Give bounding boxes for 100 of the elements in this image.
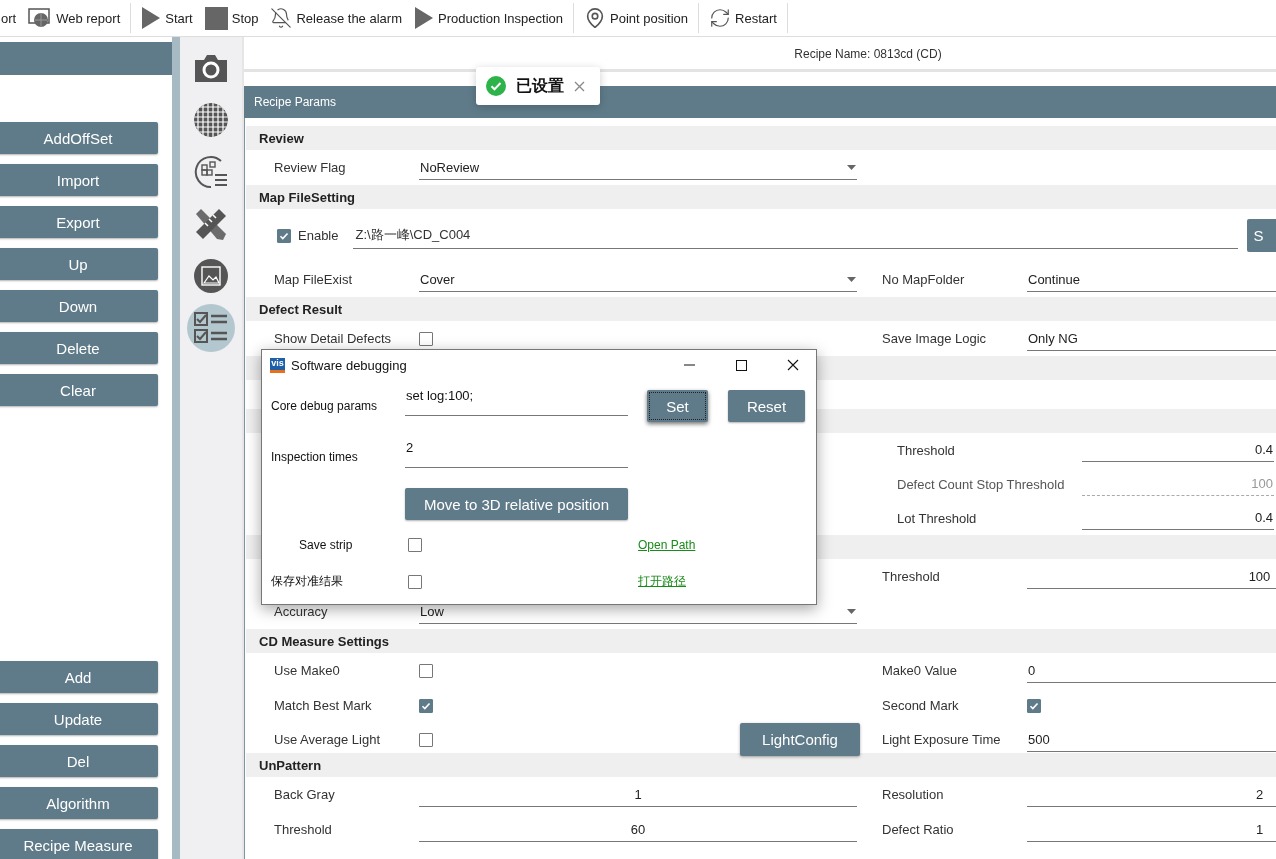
text-field[interactable]: 1	[419, 782, 857, 807]
text-field[interactable]: 0.4	[1082, 438, 1274, 462]
dialog-title: Software debugging	[291, 357, 408, 373]
field-label: Save Image Logic	[882, 331, 988, 346]
field-label: Threshold	[897, 442, 956, 458]
text-field[interactable]: Continue	[1027, 267, 1276, 292]
text-field[interactable]: 2	[405, 438, 628, 468]
checkbox[interactable]	[408, 537, 422, 552]
text-field[interactable]: set log:100;	[405, 386, 628, 416]
select-button[interactable]: S	[1247, 219, 1276, 252]
bell-off-icon	[270, 7, 293, 29]
toolbar-button[interactable]: Release the alarm	[264, 3, 408, 33]
check-icon	[1029, 700, 1039, 711]
open-path-link[interactable]: 打开路径	[638, 573, 816, 590]
field-label: Make0 Value	[882, 663, 958, 678]
text-field[interactable]: 0.4	[1082, 506, 1274, 530]
rail-button[interactable]	[187, 304, 235, 352]
checkbox[interactable]	[419, 663, 433, 678]
field-label: Defect Count Stop Threshold	[897, 476, 1066, 492]
toolbar-button[interactable]: Web report	[22, 3, 127, 33]
caret-icon	[847, 608, 856, 614]
field-label: Accuracy	[274, 604, 329, 619]
text-field[interactable]: 1	[1027, 817, 1276, 842]
path-field[interactable]: Z:\路一峰\CD_C004	[353, 222, 1239, 249]
field-label: Defect Ratio	[882, 822, 955, 837]
check-icon	[421, 700, 431, 711]
sidebar-button[interactable]: Add	[0, 661, 158, 693]
sidebar-button[interactable]: AddOffSet	[0, 122, 158, 154]
stop-icon	[204, 6, 228, 30]
toolbar-button[interactable]: Start	[135, 3, 199, 33]
field-label: Threshold	[882, 569, 941, 584]
close-icon[interactable]	[574, 80, 585, 92]
field-label: No MapFolder	[882, 272, 966, 287]
toolbar-button[interactable]: Restart	[703, 3, 783, 33]
sidebar-button[interactable]: Del	[0, 745, 158, 777]
field-label: Second Mark	[882, 698, 960, 713]
checkbox[interactable]	[408, 574, 422, 589]
move-button[interactable]: Move to 3D relative position	[405, 488, 628, 520]
section-title: Map FileSetting	[259, 189, 356, 205]
checkbox[interactable]	[277, 228, 291, 243]
light-config-button[interactable]: LightConfig	[740, 723, 860, 756]
ruler-pencil-icon	[193, 206, 229, 242]
text-field[interactable]: 500	[1027, 727, 1276, 752]
field-label: Use Make0	[274, 663, 341, 678]
checkbox[interactable]	[419, 698, 433, 713]
refresh-icon	[709, 7, 732, 29]
sidebar-button[interactable]: Clear	[0, 374, 158, 406]
sidebar-button[interactable]: Delete	[0, 332, 158, 364]
recipe-name: Recipe Name: 0813cd (CD)	[794, 47, 942, 61]
checkbox[interactable]	[419, 331, 433, 346]
text-field[interactable]: Only NG	[1027, 326, 1276, 351]
checkbox[interactable]	[1027, 698, 1041, 713]
check-circle-icon	[486, 76, 506, 96]
dropdown-field[interactable]: Cover	[419, 267, 857, 292]
sidebar-button[interactable]: Update	[0, 703, 158, 735]
option-label: Save strip	[298, 537, 354, 552]
toolbar-button[interactable]: Production Inspection	[407, 3, 569, 33]
field-label: Enable	[298, 228, 339, 243]
dialog-button[interactable]: Reset	[728, 390, 805, 422]
text-field[interactable]: 100	[1027, 564, 1276, 589]
caret-icon	[847, 276, 856, 282]
dialog-button[interactable]: Set	[647, 390, 708, 422]
monitor-globe-icon	[28, 7, 53, 29]
play-icon	[141, 6, 162, 30]
section-title: Defect Result	[259, 301, 343, 317]
toolbar-button[interactable]: Stop	[198, 3, 265, 33]
open-path-link[interactable]: Open Path	[638, 537, 816, 552]
field-label: Inspection times	[271, 450, 359, 464]
field-label: Threshold	[274, 822, 333, 837]
section-title: UnPattern	[259, 757, 322, 773]
toolbar-button[interactable]: ort	[0, 3, 23, 33]
sidebar-button[interactable]: Up	[0, 248, 158, 280]
dropdown-field[interactable]: NoReview	[419, 155, 857, 180]
sidebar-button[interactable]: Import	[0, 164, 158, 196]
option-label: 保存对准结果	[271, 573, 344, 590]
field-label: Core debug params	[271, 399, 379, 413]
map-pin-icon	[584, 7, 606, 29]
field-label: Light Exposure Time	[882, 732, 1002, 747]
field-label: Use Average Light	[274, 732, 381, 747]
sidebar-button[interactable]: Algorithm	[0, 787, 158, 819]
close-icon	[787, 359, 799, 371]
caret-icon	[847, 164, 856, 170]
toolbar-button[interactable]: Point position	[578, 3, 695, 33]
text-field[interactable]: 60	[419, 817, 857, 842]
checklist-icon	[193, 311, 229, 345]
wafer-map-list-icon	[193, 155, 229, 189]
camera-icon	[193, 53, 229, 83]
checkbox[interactable]	[419, 732, 433, 747]
field-label: Resolution	[882, 787, 945, 802]
minimize-icon	[683, 364, 695, 366]
image-frame-icon	[193, 258, 229, 294]
check-icon	[279, 230, 289, 241]
text-field[interactable]: 2	[1027, 782, 1276, 807]
sidebar-button[interactable]: Recipe Measure	[0, 829, 158, 859]
sidebar-button[interactable]: Down	[0, 290, 158, 322]
field-label: Map FileExist	[274, 272, 354, 287]
toast-message: 已设置	[516, 75, 564, 96]
sidebar-button[interactable]: Export	[0, 206, 158, 238]
text-field[interactable]: 0	[1027, 658, 1276, 683]
wafer-grid-icon	[193, 102, 229, 138]
